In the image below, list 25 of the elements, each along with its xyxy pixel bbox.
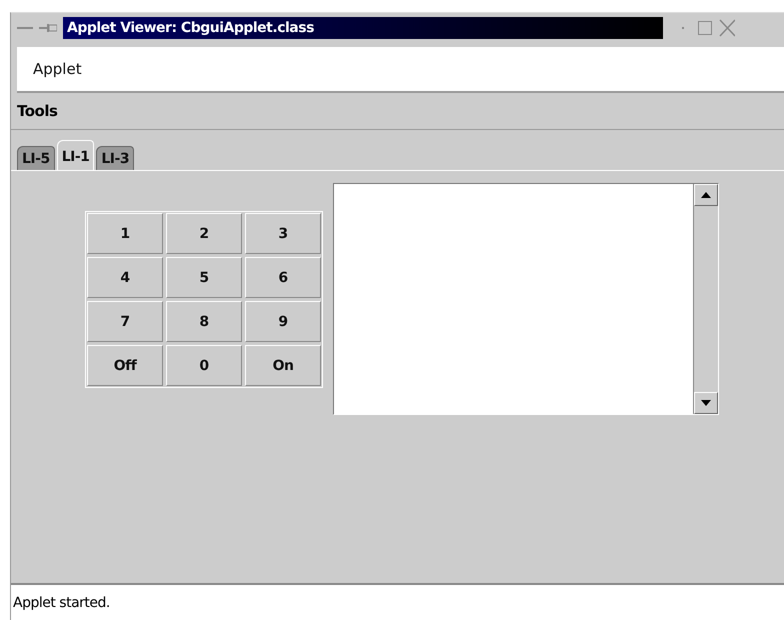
window-title: Applet Viewer: CbguiApplet.class — [63, 17, 663, 39]
keypad-key[interactable]: 7 — [87, 301, 163, 342]
scroll-up-icon[interactable] — [701, 192, 711, 198]
keypad-key[interactable]: Off — [87, 345, 163, 386]
keypad-key[interactable]: 3 — [245, 213, 321, 254]
keypad-key[interactable]: 2 — [166, 213, 242, 254]
keypad-key[interactable]: 1 — [87, 213, 163, 254]
tab[interactable]: LI-1 — [56, 140, 94, 170]
close-icon[interactable] — [719, 19, 735, 37]
pin-icon[interactable] — [39, 23, 57, 33]
keypad-key[interactable]: On — [245, 345, 321, 386]
menu-item[interactable]: Applet — [33, 60, 82, 78]
keypad-key[interactable]: 6 — [245, 257, 321, 298]
tab[interactable]: LI-3 — [96, 146, 134, 170]
keypad-key[interactable]: 5 — [166, 257, 242, 298]
tab[interactable]: LI-5 — [17, 146, 55, 170]
keypad-key[interactable]: 4 — [87, 257, 163, 298]
scroll-down-icon[interactable] — [701, 400, 711, 406]
toolbar-label: Tools — [17, 102, 58, 120]
keypad-key[interactable]: 9 — [245, 301, 321, 342]
status-text: Applet started. — [13, 595, 110, 611]
keypad-key[interactable]: 0 — [166, 345, 242, 386]
maximize-icon[interactable] — [697, 20, 713, 36]
scrollbar[interactable] — [693, 184, 718, 414]
keypad-key[interactable]: 8 — [166, 301, 242, 342]
